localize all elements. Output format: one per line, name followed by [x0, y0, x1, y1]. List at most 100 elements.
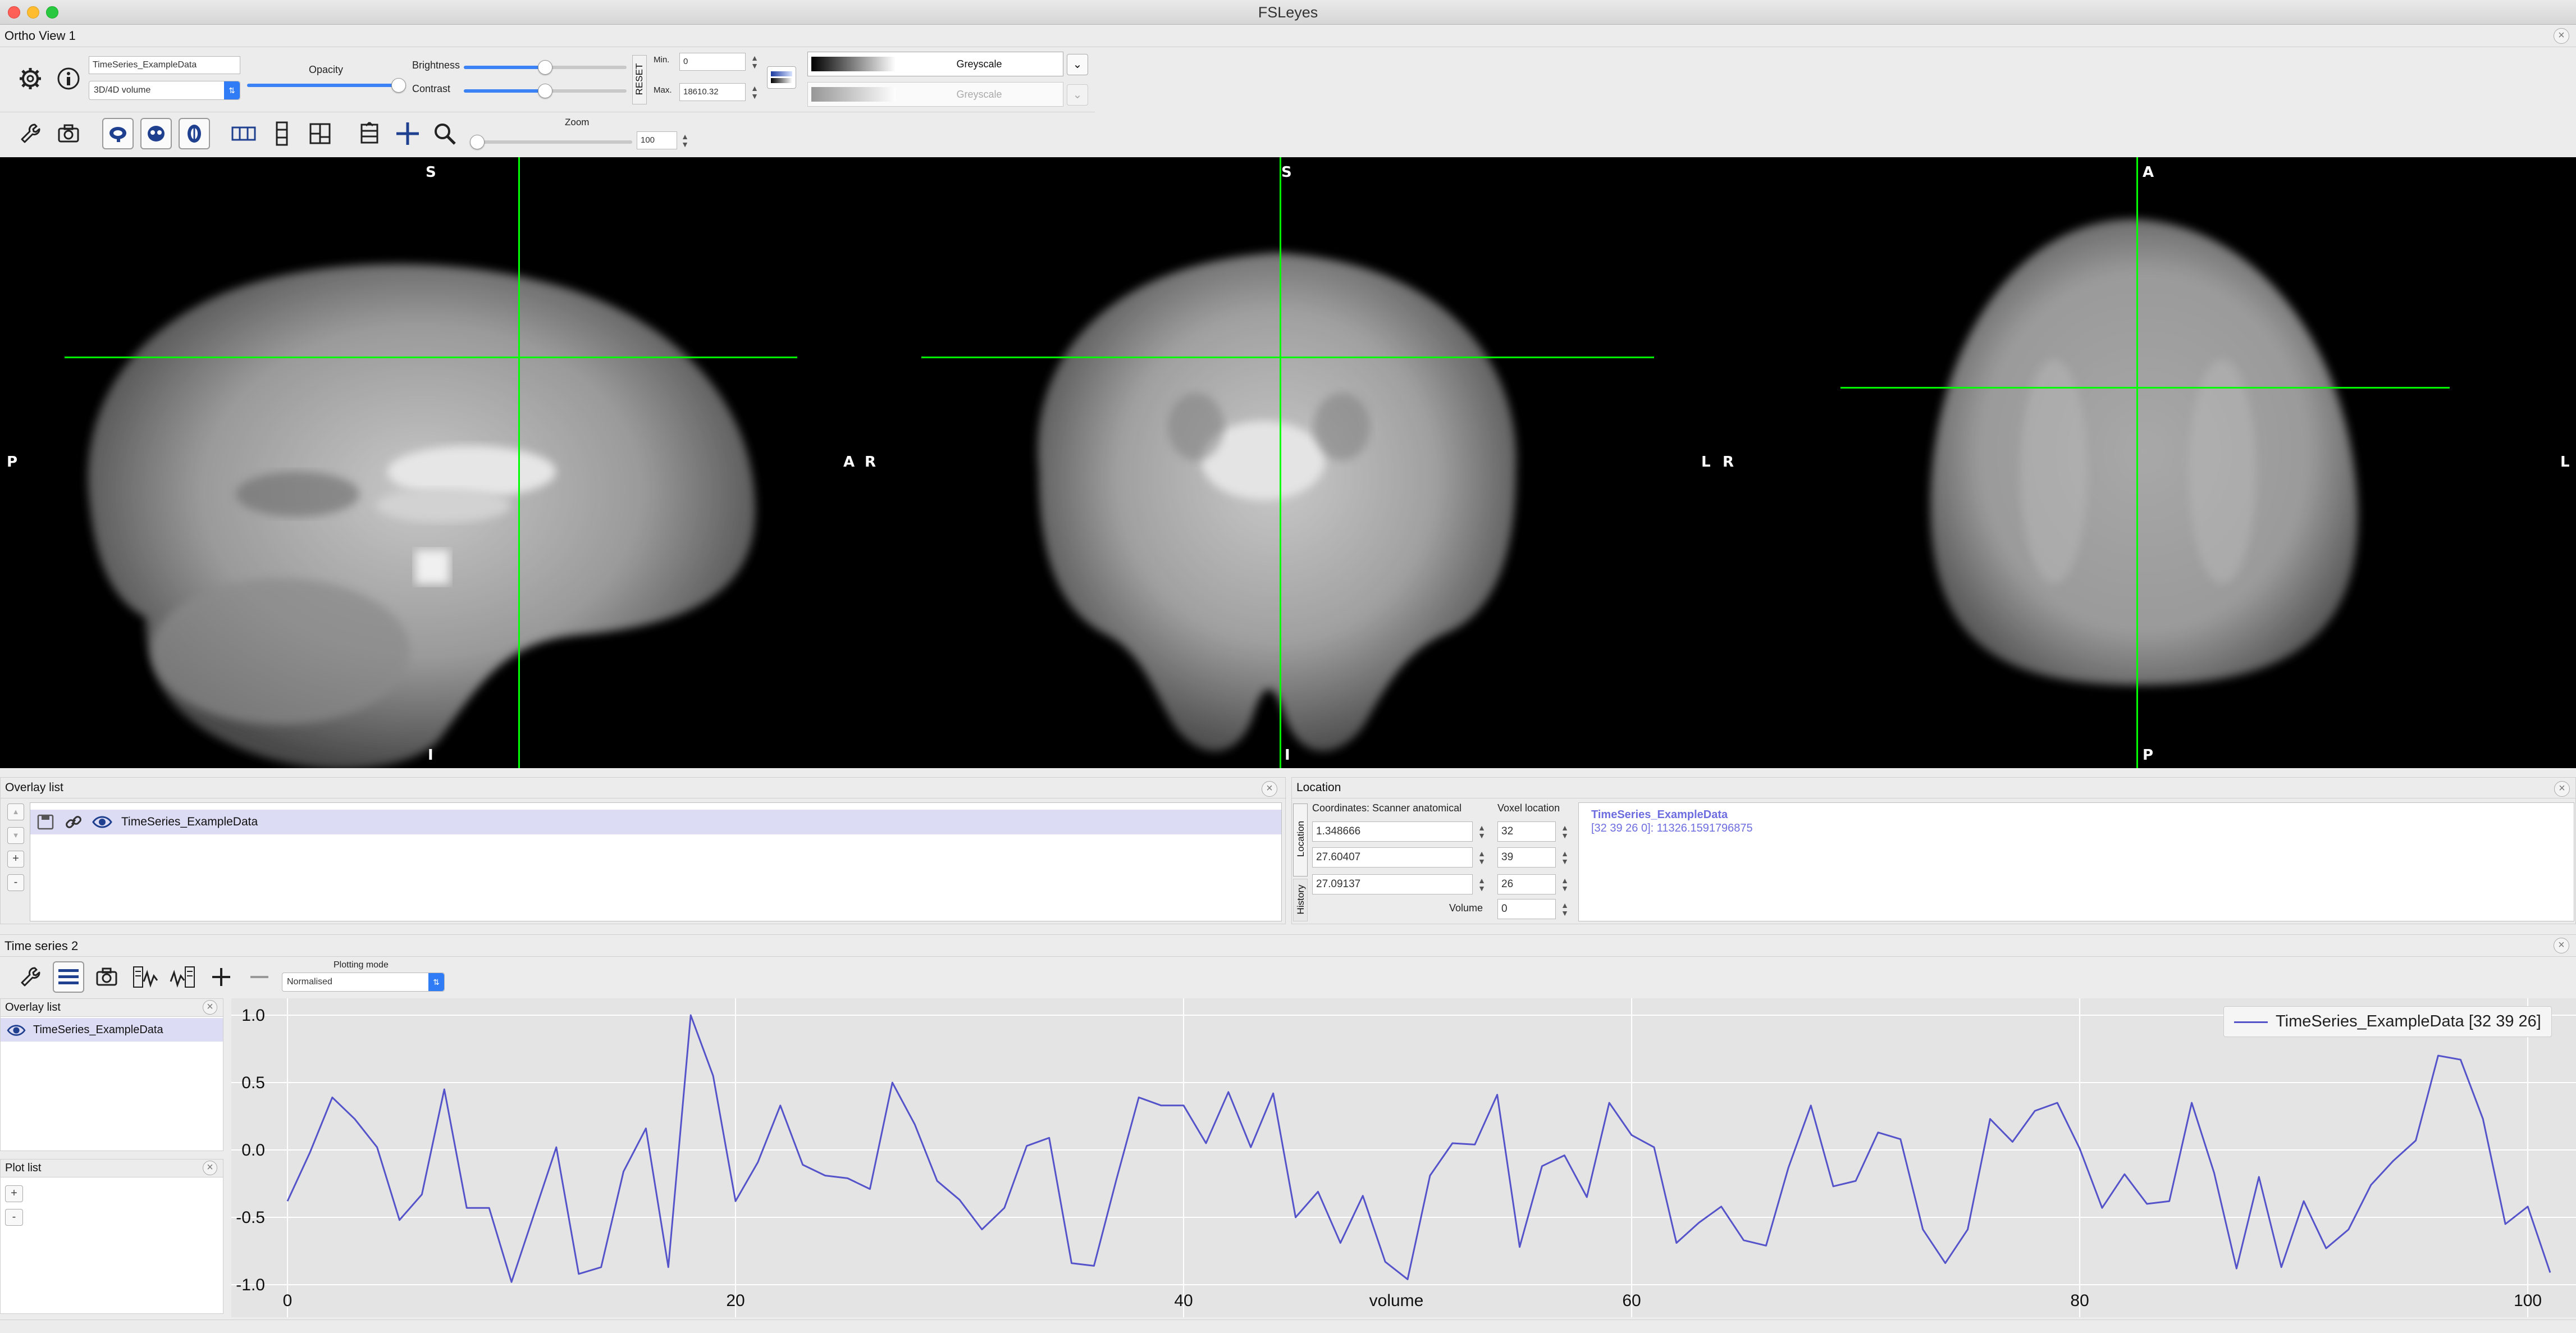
volume-field[interactable]: 0	[1497, 899, 1556, 919]
sagittal-horizontal-crosshair	[65, 357, 797, 358]
wrench-icon[interactable]	[15, 118, 46, 149]
ts-camera-icon[interactable]	[91, 961, 122, 993]
negative-colormap-chevron-icon[interactable]: ⌄	[1067, 84, 1088, 106]
axial-view[interactable]: A P R L	[1717, 157, 2576, 768]
zoom-icon[interactable]	[429, 118, 460, 149]
coord-y-field[interactable]: 27.60407	[1312, 847, 1473, 868]
list-icon[interactable]	[53, 961, 84, 993]
contrast-slider[interactable]	[464, 84, 627, 98]
plotting-mode-chevron-icon: ⇅	[428, 973, 444, 991]
ts-overlay-list-item[interactable]: TimeSeries_ExampleData	[1, 1018, 223, 1042]
zoom-slider[interactable]	[470, 135, 632, 149]
voxel-y-field[interactable]: 39	[1497, 847, 1556, 868]
link-colormap-icon[interactable]	[767, 66, 796, 89]
colormap-chevron-icon[interactable]: ⌄	[1067, 54, 1088, 75]
import-data-icon[interactable]	[129, 961, 161, 993]
add-overlay-button[interactable]: +	[7, 851, 24, 868]
coord-z-spinner[interactable]: ▲ ▼	[1475, 877, 1488, 892]
overlay-type-select[interactable]: 3D/4D volume ⇅	[89, 81, 240, 100]
timeseries-plot-area[interactable]: 0 20 40 60 80 100 1.0 0.5 0.0 -0.5 -1.0 volume Time…	[231, 998, 2576, 1317]
voxel-z-spinner[interactable]: ▲ ▼	[1558, 877, 1572, 892]
min-value-field[interactable]: 0	[679, 53, 746, 71]
horizontal-layout-icon[interactable]	[228, 118, 259, 149]
coord-x-spinner[interactable]: ▲ ▼	[1475, 824, 1488, 839]
plotting-mode-select[interactable]: Normalised ⇅	[282, 973, 445, 992]
coord-z-field[interactable]: 27.09137	[1312, 874, 1473, 894]
remove-overlay-button[interactable]: -	[7, 874, 24, 891]
reset-display-icon[interactable]	[354, 118, 385, 149]
location-tab[interactable]: Location	[1293, 804, 1308, 877]
coronal-toggle-icon[interactable]	[140, 118, 172, 149]
vertical-layout-icon[interactable]	[266, 118, 298, 149]
save-icon[interactable]	[36, 814, 56, 830]
opacity-knob[interactable]	[391, 78, 406, 93]
crosshair-toggle-icon[interactable]	[392, 118, 423, 149]
volume-spinner[interactable]: ▲ ▼	[1558, 901, 1572, 917]
export-data-icon[interactable]	[167, 961, 199, 993]
sagittal-brain-image	[88, 264, 756, 768]
info-icon[interactable]	[53, 63, 84, 94]
zoom-knob[interactable]	[470, 135, 485, 149]
series-line	[286, 1014, 2551, 1283]
ortho-canvas[interactable]: S I P A S I R L A P R L	[0, 157, 2576, 768]
contrast-fill	[464, 89, 545, 93]
plot-list-close-icon[interactable]: ×	[203, 1161, 217, 1175]
plot-list-add-button[interactable]: +	[5, 1185, 23, 1202]
close-window-button[interactable]	[8, 6, 20, 19]
ts-overlay-item-name: TimeSeries_ExampleData	[33, 1024, 163, 1036]
move-up-button[interactable]: ▲	[7, 804, 24, 820]
ts-eye-icon[interactable]	[6, 1022, 26, 1046]
min-spinner[interactable]: ▲ ▼	[748, 54, 761, 70]
axial-toggle-icon[interactable]	[179, 118, 210, 149]
sagittal-bottom-label: I	[428, 747, 433, 764]
voxel-z-field[interactable]: 26	[1497, 874, 1556, 894]
zoom-spinner[interactable]: ▲ ▼	[678, 133, 692, 148]
overlay-name-field[interactable]: TimeSeries_ExampleData	[89, 56, 240, 74]
sagittal-view[interactable]: S I P A	[0, 157, 859, 768]
brightness-slider[interactable]	[464, 60, 627, 75]
grid-layout-icon[interactable]	[304, 118, 336, 149]
zoom-value-field[interactable]: 100	[637, 131, 677, 149]
overlay-list-item[interactable]: TimeSeries_ExampleData	[30, 810, 1281, 834]
opacity-label: Opacity	[309, 64, 344, 75]
link-icon[interactable]	[64, 814, 84, 830]
max-spinner[interactable]: ▲ ▼	[748, 84, 761, 100]
history-tab[interactable]: History	[1293, 879, 1308, 921]
voxel-x-spinner[interactable]: ▲ ▼	[1558, 824, 1572, 839]
voxel-x-field[interactable]: 32	[1497, 821, 1556, 842]
coronal-bottom-label: I	[1285, 747, 1290, 764]
coronal-view[interactable]: S I R L	[859, 157, 1717, 768]
coronal-horizontal-crosshair	[921, 357, 1654, 358]
ts-wrench-icon[interactable]	[15, 961, 46, 993]
plot-list-remove-button[interactable]: -	[5, 1209, 23, 1226]
zoom-window-button[interactable]	[46, 6, 58, 19]
reset-button[interactable]: RESET	[632, 55, 647, 104]
voxel-y-spinner[interactable]: ▲ ▼	[1558, 850, 1572, 865]
ts-overlay-list-close-icon[interactable]: ×	[203, 1000, 217, 1015]
zoom-label: Zoom	[565, 117, 590, 127]
opacity-slider[interactable]	[247, 78, 406, 93]
remove-plot-icon[interactable]	[244, 961, 275, 993]
sagittal-toggle-icon[interactable]	[102, 118, 134, 149]
coord-x-field[interactable]: 1.348666	[1312, 821, 1473, 842]
y-tick-label: 0.0	[241, 1141, 265, 1159]
minimize-window-button[interactable]	[27, 6, 39, 19]
ortho-close-icon[interactable]: ×	[2554, 28, 2569, 44]
plotting-mode-label: Plotting mode	[334, 960, 389, 970]
coord-y-spinner[interactable]: ▲ ▼	[1475, 850, 1488, 865]
eye-icon[interactable]	[92, 814, 112, 830]
volume-label: Volume	[1449, 902, 1483, 914]
contrast-knob[interactable]	[538, 84, 552, 98]
timeseries-close-icon[interactable]: ×	[2554, 938, 2569, 953]
gear-icon[interactable]	[15, 63, 46, 94]
colormap-select[interactable]: Greyscale	[807, 52, 1063, 76]
add-plot-icon[interactable]	[205, 961, 237, 993]
overlay-list-close-icon[interactable]: ×	[1262, 781, 1277, 797]
negative-colormap-select[interactable]: Greyscale	[807, 82, 1063, 107]
max-value-field[interactable]: 18610.32	[679, 83, 746, 101]
ortho-panel-header: Ortho View 1	[0, 25, 2576, 47]
camera-icon[interactable]	[53, 118, 84, 149]
move-down-button[interactable]: ▼	[7, 827, 24, 844]
location-close-icon[interactable]: ×	[2554, 781, 2570, 797]
brightness-knob[interactable]	[538, 60, 552, 75]
